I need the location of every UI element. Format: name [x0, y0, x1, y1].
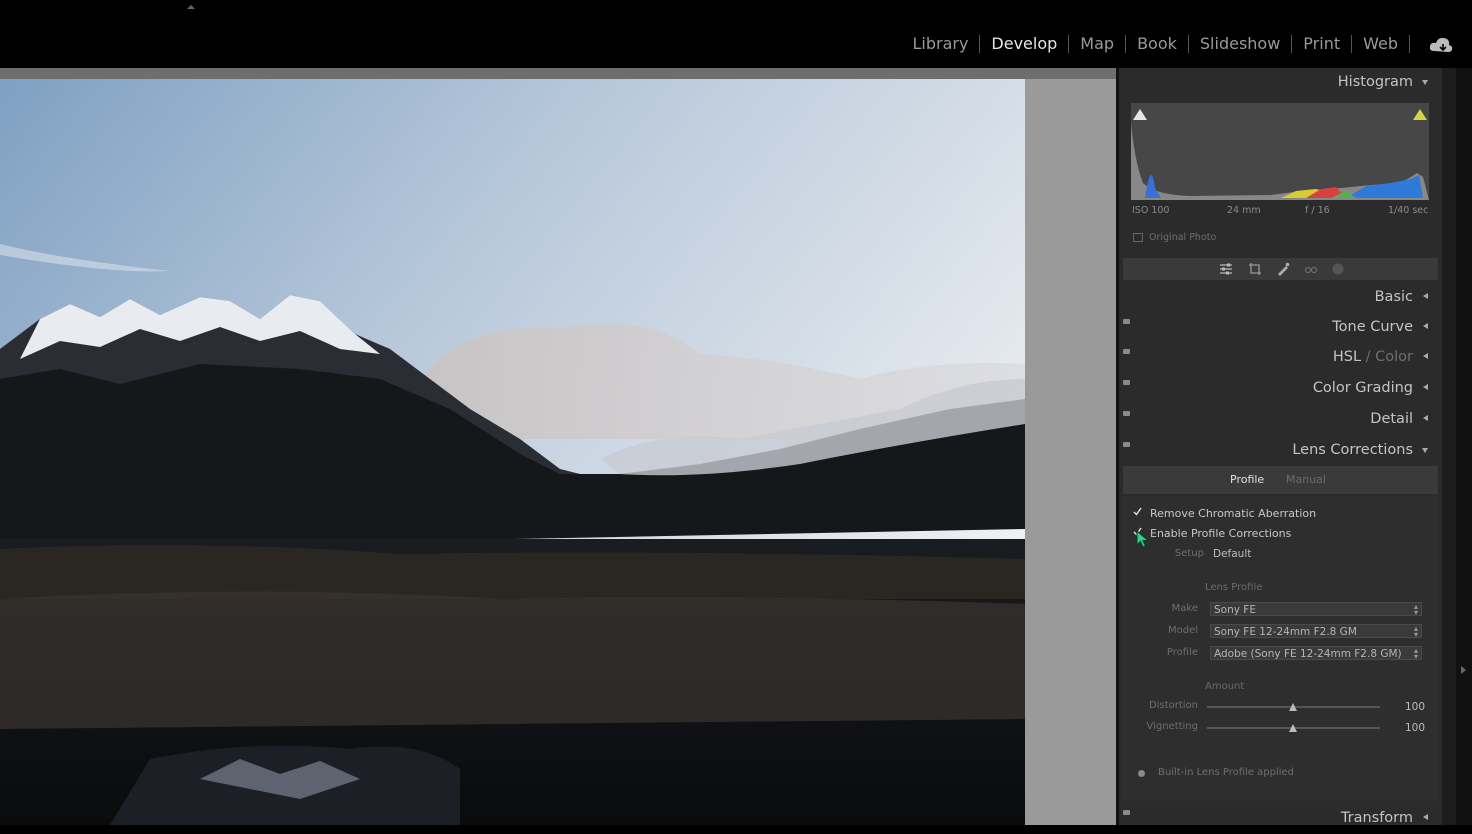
- original-photo-toggle[interactable]: Original Photo: [1133, 232, 1216, 243]
- transform-title: Transform: [1340, 810, 1413, 826]
- model-value: Sony FE 12-24mm F2.8 GM: [1214, 626, 1357, 638]
- panel-toggle-switch[interactable]: [1123, 319, 1130, 324]
- builtin-profile-note: Built-in Lens Profile applied: [1158, 767, 1295, 778]
- histogram-graph[interactable]: [1131, 103, 1429, 200]
- red-eye-icon[interactable]: [1303, 261, 1319, 277]
- make-dropdown[interactable]: Sony FE ▴ ▾: [1210, 602, 1422, 617]
- vignetting-value[interactable]: 100: [1405, 722, 1425, 734]
- lens-profile-heading: Lens Profile: [1205, 582, 1263, 593]
- lens-corrections-panel-header[interactable]: Lens Corrections: [1119, 436, 1442, 466]
- lens-tabs: Profile Manual: [1123, 466, 1438, 494]
- model-label: Model: [1167, 625, 1198, 636]
- make-label: Make: [1171, 603, 1198, 614]
- model-dropdown[interactable]: Sony FE 12-24mm F2.8 GM ▴ ▾: [1210, 624, 1422, 639]
- vignetting-label: Vignetting: [1146, 721, 1198, 732]
- exif-aperture: f / 16: [1305, 205, 1330, 216]
- panel-expand-icon: [1422, 80, 1428, 85]
- amount-heading: Amount: [1205, 681, 1245, 692]
- cloud-sync-icon[interactable]: [1428, 36, 1454, 54]
- panel-toggle-arrow-icon[interactable]: [1461, 666, 1466, 674]
- panel-collapse-icon: [1423, 814, 1428, 820]
- module-library[interactable]: Library: [901, 33, 979, 55]
- hsl-separator: /: [1361, 349, 1376, 365]
- lens-corrections-title: Lens Corrections: [1292, 442, 1413, 458]
- panel-toggle-switch[interactable]: [1123, 442, 1130, 447]
- shadow-clipping-icon[interactable]: [1133, 109, 1147, 120]
- distortion-slider-thumb[interactable]: [1289, 703, 1297, 711]
- highlight-clipping-icon[interactable]: [1413, 109, 1427, 120]
- select-arrows-icon: ▴ ▾: [1413, 624, 1418, 639]
- panel-collapse-icon: [1423, 384, 1428, 390]
- panel-expand-icon: [1422, 448, 1428, 453]
- vignetting-slider-thumb[interactable]: [1289, 724, 1297, 732]
- color-label[interactable]: Color: [1375, 349, 1413, 365]
- tone-curve-panel-header[interactable]: Tone Curve: [1119, 313, 1442, 343]
- detail-title: Detail: [1370, 411, 1413, 427]
- profile-dropdown[interactable]: Adobe (Sony FE 12-24mm F2.8 GM) ▴ ▾: [1210, 646, 1422, 661]
- mask-icon[interactable]: [1330, 261, 1346, 277]
- panel-toggle-switch[interactable]: [1123, 810, 1130, 815]
- hsl-label[interactable]: HSL: [1333, 349, 1361, 365]
- color-grading-title: Color Grading: [1312, 380, 1413, 396]
- exif-iso: ISO 100: [1132, 205, 1170, 216]
- right-panel-edge: [1456, 68, 1472, 825]
- canvas-top-strip: [0, 68, 1116, 79]
- enable-profile-label[interactable]: Enable Profile Corrections: [1150, 527, 1291, 540]
- select-arrows-icon: ▴ ▾: [1413, 646, 1418, 661]
- panel-toggle-switch[interactable]: [1123, 349, 1130, 354]
- panel-collapse-icon: [1423, 415, 1428, 421]
- remove-ca-label[interactable]: Remove Chromatic Aberration: [1150, 507, 1316, 520]
- panel-scrollbar[interactable]: [1442, 68, 1456, 825]
- select-arrows-icon: ▴ ▾: [1413, 602, 1418, 617]
- setup-label: Setup: [1174, 548, 1204, 559]
- tab-profile[interactable]: Profile: [1230, 473, 1264, 486]
- module-web[interactable]: Web: [1352, 33, 1409, 55]
- distortion-value[interactable]: 100: [1405, 701, 1425, 713]
- original-photo-checkbox[interactable]: [1133, 233, 1143, 242]
- basic-title: Basic: [1374, 289, 1413, 305]
- hsl-title: HSL / Color: [1333, 349, 1413, 365]
- module-develop[interactable]: Develop: [980, 33, 1068, 55]
- original-photo-label: Original Photo: [1149, 232, 1217, 243]
- panel-collapse-icon[interactable]: [187, 5, 195, 9]
- color-grading-panel-header[interactable]: Color Grading: [1119, 374, 1442, 404]
- landscape-photo: [0, 79, 1025, 825]
- profile-value: Adobe (Sony FE 12-24mm F2.8 GM): [1214, 648, 1402, 660]
- profile-label: Profile: [1166, 647, 1198, 658]
- histogram-header[interactable]: Histogram: [1119, 68, 1442, 98]
- make-value: Sony FE: [1214, 604, 1256, 616]
- photo-preview[interactable]: [0, 79, 1025, 825]
- tab-manual[interactable]: Manual: [1286, 473, 1326, 486]
- panel-collapse-icon: [1423, 323, 1428, 329]
- mouse-cursor-icon: [1136, 530, 1150, 548]
- module-print[interactable]: Print: [1292, 33, 1351, 55]
- setup-dropdown[interactable]: Default: [1213, 548, 1251, 560]
- crop-icon[interactable]: [1247, 261, 1263, 277]
- detail-panel-header[interactable]: Detail: [1119, 405, 1442, 435]
- module-map[interactable]: Map: [1069, 33, 1125, 55]
- panel-toggle-switch[interactable]: [1123, 411, 1130, 416]
- panel-collapse-icon: [1423, 293, 1428, 299]
- module-separator: [1409, 35, 1410, 53]
- tone-curve-title: Tone Curve: [1332, 319, 1413, 335]
- module-picker: Library Develop Map Book Slideshow Print…: [901, 33, 1410, 55]
- brush-icon[interactable]: [1275, 261, 1291, 277]
- module-book[interactable]: Book: [1126, 33, 1188, 55]
- exif-shutter: 1/40 sec: [1388, 205, 1429, 216]
- histogram-title: Histogram: [1337, 74, 1413, 90]
- module-slideshow[interactable]: Slideshow: [1189, 33, 1291, 55]
- remove-ca-checkbox[interactable]: [1133, 507, 1142, 516]
- panel-collapse-icon: [1423, 353, 1428, 359]
- exif-focal-length: 24 mm: [1227, 205, 1261, 216]
- tool-strip: [1123, 258, 1438, 280]
- sliders-icon[interactable]: [1218, 261, 1234, 277]
- module-bar: Library Develop Map Book Slideshow Print…: [0, 0, 1472, 68]
- panel-toggle-switch[interactable]: [1123, 380, 1130, 385]
- hsl-panel-header[interactable]: HSL / Color: [1119, 343, 1442, 373]
- basic-panel-header[interactable]: Basic: [1119, 283, 1442, 313]
- histogram-curve: [1131, 123, 1429, 200]
- info-dot-icon: [1138, 770, 1145, 777]
- distortion-label: Distortion: [1149, 700, 1198, 711]
- transform-panel-header[interactable]: Transform: [1119, 804, 1442, 834]
